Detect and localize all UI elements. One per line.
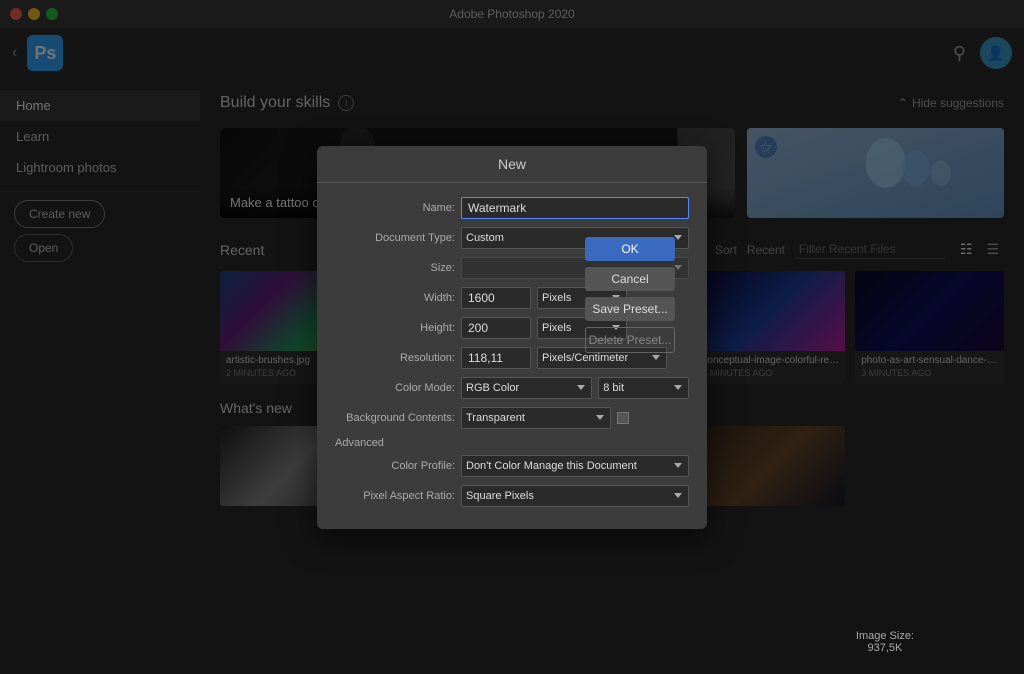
doc-type-label: Document Type: xyxy=(335,232,455,244)
pixel-aspect-label: Pixel Aspect Ratio: xyxy=(335,490,455,502)
color-profile-select[interactable]: Don't Color Manage this DocumentsRGB IEC… xyxy=(461,455,689,477)
color-depth-select[interactable]: 8 bit16 bit32 bit xyxy=(598,377,689,399)
background-checkbox[interactable] xyxy=(617,412,629,424)
resolution-input[interactable] xyxy=(461,347,531,369)
color-profile-label: Color Profile: xyxy=(335,460,455,472)
modal-overlay: New Name: Document Type: CustomDefault P… xyxy=(0,0,1024,674)
name-row: Name: xyxy=(335,197,689,219)
height-label: Height: xyxy=(335,322,455,334)
color-mode-select[interactable]: RGB ColorCMYK ColorGrayscaleLab ColorBit… xyxy=(461,377,592,399)
ok-button[interactable]: OK xyxy=(585,237,675,261)
image-size-value: 937,5K xyxy=(856,642,914,654)
background-select[interactable]: TransparentWhiteBlackBackground ColorCus… xyxy=(461,407,611,429)
image-size-info: Image Size: 937,5K xyxy=(856,630,914,654)
pixel-aspect-select[interactable]: Square PixelsD1/DV NTSC (0.91)D1/DV PAL … xyxy=(461,485,689,507)
new-document-modal: New Name: Document Type: CustomDefault P… xyxy=(317,146,707,529)
color-mode-row: Color Mode: RGB ColorCMYK ColorGrayscale… xyxy=(335,377,689,399)
width-label: Width: xyxy=(335,292,455,304)
color-mode-label: Color Mode: xyxy=(335,382,455,394)
size-label: Size: xyxy=(335,262,455,274)
name-input[interactable] xyxy=(461,197,689,219)
background-row: Background Contents: TransparentWhiteBla… xyxy=(335,407,689,429)
image-size-label: Image Size: xyxy=(856,630,914,642)
pixel-aspect-row: Pixel Aspect Ratio: Square PixelsD1/DV N… xyxy=(335,485,689,507)
modal-main: Name: Document Type: CustomDefault Photo… xyxy=(335,197,689,515)
height-input[interactable] xyxy=(461,317,531,339)
width-input[interactable] xyxy=(461,287,531,309)
modal-buttons: OK Cancel Save Preset... Delete Preset..… xyxy=(585,237,675,353)
name-label: Name: xyxy=(335,202,455,214)
cancel-button[interactable]: Cancel xyxy=(585,267,675,291)
modal-body: Name: Document Type: CustomDefault Photo… xyxy=(317,183,707,529)
delete-preset-button[interactable]: Delete Preset... xyxy=(585,327,675,353)
modal-title: New xyxy=(317,146,707,183)
save-preset-button[interactable]: Save Preset... xyxy=(585,297,675,321)
color-profile-row: Color Profile: Don't Color Manage this D… xyxy=(335,455,689,477)
background-label: Background Contents: xyxy=(335,412,455,424)
resolution-label: Resolution: xyxy=(335,352,455,364)
advanced-section: Advanced Color Profile: Don't Color Mana… xyxy=(335,437,689,507)
advanced-toggle[interactable]: Advanced xyxy=(335,437,689,449)
